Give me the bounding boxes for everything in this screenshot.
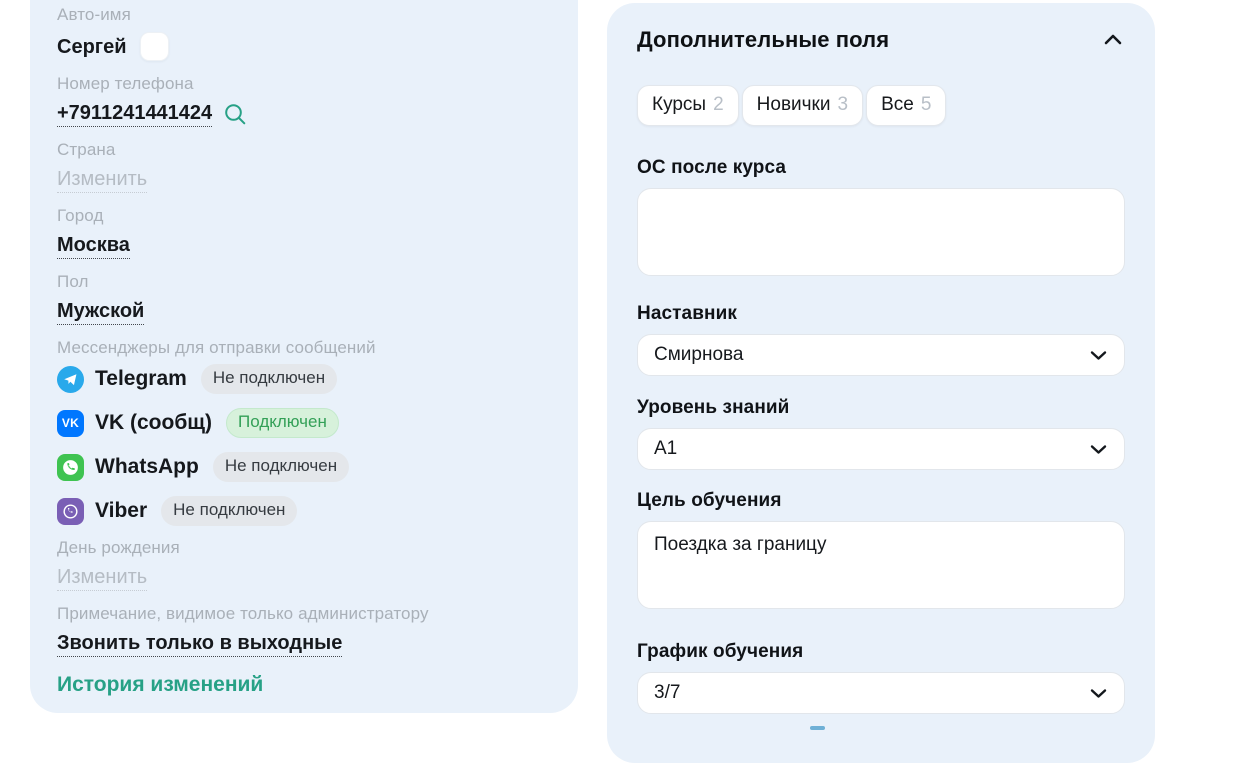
country-label: Страна bbox=[57, 140, 550, 159]
birthday-edit-link[interactable]: Изменить bbox=[57, 565, 147, 591]
select-value: Смирнова bbox=[654, 344, 743, 366]
telegram-icon bbox=[57, 366, 84, 393]
vk-icon: VK bbox=[57, 410, 84, 437]
select-value: A1 bbox=[654, 438, 677, 460]
birthday-label: День рождения bbox=[57, 538, 550, 557]
messengers-label: Мессенджеры для отправки сообщений bbox=[57, 338, 550, 357]
city-value[interactable]: Москва bbox=[57, 233, 130, 259]
additional-fields-panel: Дополнительные поля Курсы 2 Новички 3 Вс… bbox=[607, 3, 1155, 763]
phone-search-button[interactable] bbox=[224, 103, 247, 126]
field-os-posle-kursa: ОС после курса bbox=[637, 157, 1125, 281]
messenger-name: VK (сообщ) bbox=[95, 410, 212, 436]
os-posle-kursa-textarea[interactable] bbox=[637, 188, 1125, 276]
field-birthday: День рождения Изменить bbox=[57, 538, 550, 591]
tab-count: 3 bbox=[837, 94, 848, 116]
phone-value[interactable]: +7911241441424 bbox=[57, 101, 212, 127]
field-group-tabs: Курсы 2 Новички 3 Все 5 bbox=[637, 85, 1125, 126]
auto-name-value[interactable]: Сергей bbox=[57, 35, 127, 59]
field-nastavnik: Наставник Смирнова bbox=[637, 303, 1125, 376]
clipped-content-fragment bbox=[810, 726, 825, 730]
field-tsel-obucheniya: Цель обучения Поездка за границу bbox=[637, 490, 1125, 614]
messenger-row-telegram: Telegram Не подключен bbox=[57, 365, 550, 393]
city-label: Город bbox=[57, 206, 550, 225]
viber-icon bbox=[57, 498, 84, 525]
contact-card-panel: Авто-имя Сергей Номер телефона +79112414… bbox=[30, 0, 578, 713]
messenger-name: Telegram bbox=[95, 366, 187, 392]
messenger-name: Viber bbox=[95, 498, 147, 524]
grafik-obucheniya-select[interactable]: 3/7 bbox=[637, 672, 1125, 714]
phone-label: Номер телефона bbox=[57, 74, 550, 93]
field-phone: Номер телефона +7911241441424 bbox=[57, 74, 550, 127]
messenger-name: WhatsApp bbox=[95, 454, 199, 480]
field-label: ОС после курса bbox=[637, 157, 1125, 179]
messenger-row-viber: Viber Не подключен bbox=[57, 497, 550, 525]
field-city: Город Москва bbox=[57, 206, 550, 259]
messenger-row-vk: VK VK (сообщ) Подключен bbox=[57, 409, 550, 437]
gender-value[interactable]: Мужской bbox=[57, 299, 144, 325]
field-uroven-znaniy: Уровень знаний A1 bbox=[637, 397, 1125, 470]
tsel-obucheniya-textarea[interactable]: Поездка за границу bbox=[637, 521, 1125, 609]
messengers-section: Мессенджеры для отправки сообщений Teleg… bbox=[57, 338, 550, 525]
tab-label: Курсы bbox=[652, 94, 706, 116]
field-gender: Пол Мужской bbox=[57, 272, 550, 325]
gender-label: Пол bbox=[57, 272, 550, 291]
field-grafik-obucheniya: График обучения 3/7 bbox=[637, 641, 1125, 714]
tab-vse[interactable]: Все 5 bbox=[866, 85, 946, 126]
chevron-down-icon bbox=[1090, 350, 1107, 361]
field-auto-name: Авто-имя Сергей bbox=[57, 5, 550, 61]
messenger-status-badge: Не подключен bbox=[201, 364, 337, 394]
messenger-status-badge: Не подключен bbox=[161, 496, 297, 526]
select-value: 3/7 bbox=[654, 682, 680, 704]
messenger-status-badge: Подключен bbox=[226, 408, 339, 438]
auto-name-checkbox[interactable] bbox=[140, 32, 169, 61]
history-link[interactable]: История изменений bbox=[57, 672, 263, 697]
panel-title: Дополнительные поля bbox=[637, 27, 889, 53]
tab-count: 2 bbox=[713, 94, 724, 116]
field-label: График обучения bbox=[637, 641, 1125, 663]
auto-name-label: Авто-имя bbox=[57, 5, 550, 24]
search-icon bbox=[224, 103, 247, 126]
tab-count: 5 bbox=[921, 94, 932, 116]
chevron-down-icon bbox=[1090, 688, 1107, 699]
uroven-znaniy-select[interactable]: A1 bbox=[637, 428, 1125, 470]
tab-novichki[interactable]: Новички 3 bbox=[742, 85, 863, 126]
collapse-button[interactable] bbox=[1101, 27, 1125, 57]
messenger-row-whatsapp: WhatsApp Не подключен bbox=[57, 453, 550, 481]
field-label: Наставник bbox=[637, 303, 1125, 325]
field-label: Цель обучения bbox=[637, 490, 1125, 512]
messenger-status-badge: Не подключен bbox=[213, 452, 349, 482]
whatsapp-icon bbox=[57, 454, 84, 481]
country-edit-link[interactable]: Изменить bbox=[57, 167, 147, 193]
nastavnik-select[interactable]: Смирнова bbox=[637, 334, 1125, 376]
tab-label: Все bbox=[881, 94, 914, 116]
tab-label: Новички bbox=[757, 94, 831, 116]
chevron-down-icon bbox=[1090, 444, 1107, 455]
admin-note-value[interactable]: Звонить только в выходные bbox=[57, 631, 342, 657]
chevron-up-icon bbox=[1103, 33, 1123, 46]
field-country: Страна Изменить bbox=[57, 140, 550, 193]
additional-fields-header: Дополнительные поля bbox=[637, 27, 1125, 57]
field-label: Уровень знаний bbox=[637, 397, 1125, 419]
tab-kursy[interactable]: Курсы 2 bbox=[637, 85, 739, 126]
admin-note-label: Примечание, видимое только администратор… bbox=[57, 604, 550, 623]
field-admin-note: Примечание, видимое только администратор… bbox=[57, 604, 550, 657]
